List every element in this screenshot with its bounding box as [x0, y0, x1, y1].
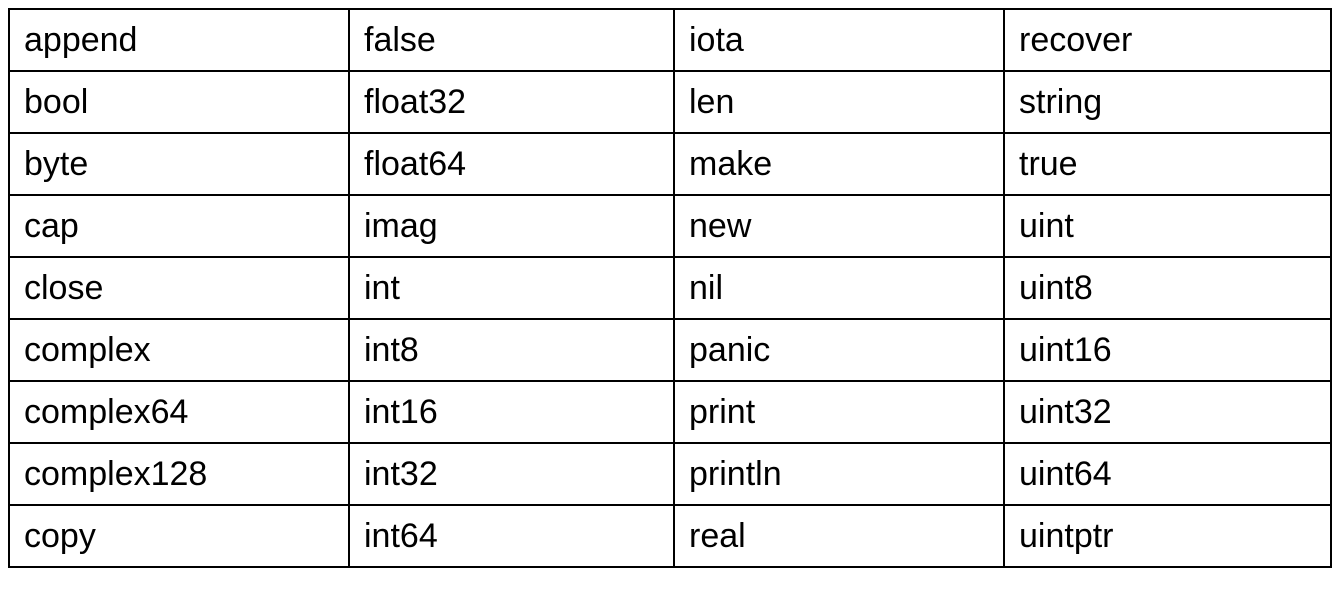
table-cell: int8 [349, 319, 674, 381]
table-cell: imag [349, 195, 674, 257]
table-cell: recover [1004, 9, 1331, 71]
table-cell: float32 [349, 71, 674, 133]
table-cell: int [349, 257, 674, 319]
table-cell: make [674, 133, 1004, 195]
table-cell: len [674, 71, 1004, 133]
identifiers-table: append false iota recover bool float32 l… [8, 8, 1332, 568]
table-cell: new [674, 195, 1004, 257]
table-row: cap imag new uint [9, 195, 1331, 257]
table-cell: panic [674, 319, 1004, 381]
table-cell: bool [9, 71, 349, 133]
table-cell: true [1004, 133, 1331, 195]
table-row: copy int64 real uintptr [9, 505, 1331, 567]
table-row: complex128 int32 println uint64 [9, 443, 1331, 505]
table-row: close int nil uint8 [9, 257, 1331, 319]
table-row: append false iota recover [9, 9, 1331, 71]
table-row: complex64 int16 print uint32 [9, 381, 1331, 443]
table-cell: print [674, 381, 1004, 443]
table-cell: complex128 [9, 443, 349, 505]
table-cell: append [9, 9, 349, 71]
table-cell: cap [9, 195, 349, 257]
table-cell: int64 [349, 505, 674, 567]
table-cell: int16 [349, 381, 674, 443]
table-cell: uint [1004, 195, 1331, 257]
table-cell: int32 [349, 443, 674, 505]
table-cell: false [349, 9, 674, 71]
table-cell: uint32 [1004, 381, 1331, 443]
table-cell: copy [9, 505, 349, 567]
table-cell: uint16 [1004, 319, 1331, 381]
table-row: bool float32 len string [9, 71, 1331, 133]
table-cell: println [674, 443, 1004, 505]
table-row: complex int8 panic uint16 [9, 319, 1331, 381]
table-cell: uint64 [1004, 443, 1331, 505]
table-cell: float64 [349, 133, 674, 195]
table-cell: nil [674, 257, 1004, 319]
table-cell: uint8 [1004, 257, 1331, 319]
table-cell: uintptr [1004, 505, 1331, 567]
table-cell: byte [9, 133, 349, 195]
table-cell: iota [674, 9, 1004, 71]
table-cell: close [9, 257, 349, 319]
table-cell: complex64 [9, 381, 349, 443]
table-cell: complex [9, 319, 349, 381]
table-cell: string [1004, 71, 1331, 133]
table-cell: real [674, 505, 1004, 567]
table-row: byte float64 make true [9, 133, 1331, 195]
